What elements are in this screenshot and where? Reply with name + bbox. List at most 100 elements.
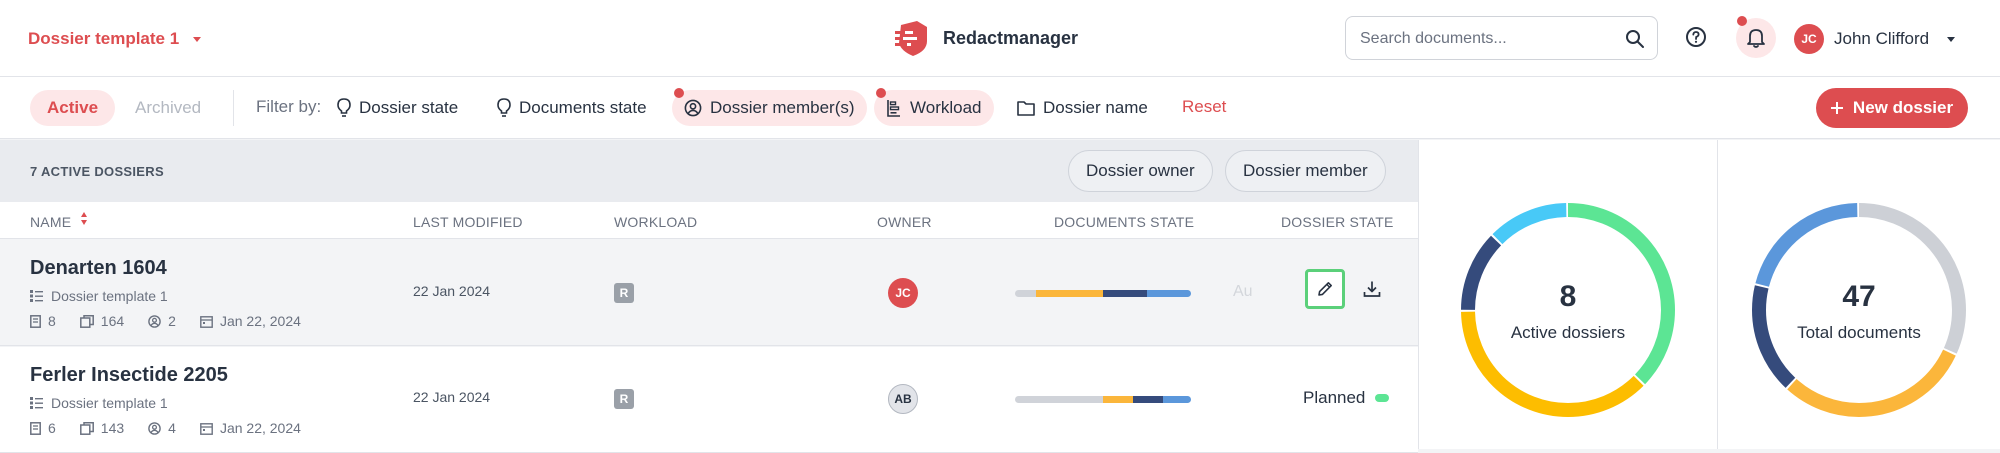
top-bar: Dossier template 1 Redactmanager Search … (0, 0, 2000, 77)
divider (233, 90, 234, 126)
members-icon (148, 314, 161, 328)
tab-active[interactable]: Active (30, 90, 116, 126)
total-documents-count: 47 (1842, 280, 1876, 313)
dossier-stats: 8 164 2 Jan 22, 2024 (30, 312, 301, 330)
workload-icon (887, 100, 900, 117)
dossier-date: Jan 22, 2024 (219, 313, 301, 329)
documents-state-bar (1015, 396, 1191, 403)
plus-icon (1830, 102, 1843, 114)
table-toolbar: 7 ACTIVE DOSSIERS Dossier owner Dossier … (0, 140, 1418, 202)
table-row[interactable]: Ferler Insectide 2205 Dossier template 1… (0, 347, 1418, 453)
user-name: John Clifford (1834, 29, 1930, 48)
template-icon (30, 290, 43, 302)
sort-up-icon[interactable] (81, 212, 87, 217)
filter-documents-state[interactable]: Documents state (485, 90, 659, 126)
pages-icon (79, 314, 94, 328)
documents-state-segment (1015, 396, 1103, 403)
download-icon (1363, 281, 1381, 297)
filter-dossier-members-label: Dossier member(s) (710, 98, 855, 117)
filter-bar: Active Archived Filter by: Dossier state… (0, 77, 2000, 139)
pages-icon (79, 421, 94, 435)
documents-state-segment (1132, 396, 1163, 403)
filter-dossier-members[interactable]: Dossier member(s) (672, 88, 867, 126)
dossier-template-label: Dossier template 1 (28, 29, 180, 48)
state-indicator (1375, 394, 1390, 402)
column-name[interactable]: NAME (30, 214, 71, 230)
user-circle-icon (684, 99, 702, 117)
group-by-member-button[interactable]: Dossier member (1225, 150, 1386, 192)
user-menu[interactable]: JC John Clifford (1794, 24, 1956, 54)
dossier-name[interactable]: Ferler Insectide 2205 (30, 364, 228, 387)
total-documents-label: Total documents (1797, 323, 1921, 342)
document-icon (30, 421, 41, 435)
members-icon (148, 421, 161, 435)
filter-by-label: Filter by: (256, 97, 322, 116)
filter-dossier-name-label: Dossier name (1043, 98, 1148, 117)
documents-state-segment (1103, 396, 1133, 403)
lightbulb-icon (497, 98, 511, 117)
search-box[interactable] (1345, 16, 1658, 60)
edit-button[interactable] (1305, 269, 1345, 309)
chevron-down-icon (193, 36, 202, 42)
column-last-modified[interactable]: LAST MODIFIED (413, 214, 523, 230)
page-count: 143 (100, 420, 125, 436)
dossier-template-select[interactable]: Dossier template 1 (28, 26, 202, 52)
last-modified: 22 Jan 2024 (413, 389, 491, 405)
calendar-icon (200, 422, 213, 435)
documents-state-segment (1162, 396, 1191, 403)
folder-icon (1017, 101, 1035, 116)
download-button[interactable] (1354, 271, 1390, 307)
notification-dot (1737, 16, 1747, 26)
help-icon[interactable] (1685, 26, 1707, 48)
column-owner[interactable]: OWNER (877, 214, 932, 230)
search-input[interactable] (1360, 27, 1610, 51)
filter-documents-state-label: Documents state (519, 98, 647, 117)
workload-badge: R (614, 389, 634, 409)
column-documents-state[interactable]: DOCUMENTS STATE (1054, 214, 1194, 230)
documents-state-segment (1102, 290, 1147, 297)
table-row[interactable]: Denarten 1604 Dossier template 1 8 164 2… (0, 240, 1418, 346)
filter-dossier-state[interactable]: Dossier state (325, 90, 470, 126)
search-icon[interactable] (1625, 29, 1645, 49)
dossier-template-info: Dossier template 1 (30, 394, 168, 412)
template-icon (30, 397, 43, 409)
filter-workload-label: Workload (910, 98, 982, 117)
filter-dossier-name[interactable]: Dossier name (1005, 90, 1160, 126)
new-dossier-button[interactable]: New dossier (1816, 88, 1968, 128)
brand[interactable]: Redactmanager (895, 18, 1078, 58)
member-count: 4 (168, 420, 176, 436)
documents-state-bar (1015, 290, 1191, 297)
group-by-owner-button[interactable]: Dossier owner (1068, 150, 1213, 192)
dossier-template-name: Dossier template 1 (51, 288, 168, 304)
tab-archived[interactable]: Archived (135, 90, 201, 126)
dossier-stats: 6 143 4 Jan 22, 2024 (30, 419, 301, 437)
table-header: NAME LAST MODIFIED WORKLOAD OWNER DOCUME… (0, 202, 1418, 239)
dossier-name[interactable]: Denarten 1604 (30, 257, 167, 280)
lightbulb-icon (337, 98, 351, 117)
documents-state-segment (1015, 290, 1037, 297)
active-dossiers-label: Active dossiers (1510, 323, 1626, 342)
document-count: 8 (48, 313, 56, 329)
active-dossiers-count: 8 (1559, 280, 1577, 313)
owner-avatar: JC (888, 278, 918, 308)
new-dossier-label: New dossier (1852, 98, 1954, 117)
column-dossier-state[interactable]: DOSSIER STATE (1281, 214, 1394, 230)
page-count: 164 (100, 313, 125, 329)
dossier-date: Jan 22, 2024 (219, 420, 301, 436)
chevron-down-icon (1947, 36, 1956, 42)
active-filter-dot (876, 88, 886, 98)
dossier-state-label: Planned (1303, 388, 1366, 407)
filter-dossier-state-label: Dossier state (359, 98, 459, 117)
avatar: JC (1794, 24, 1824, 54)
column-workload[interactable]: WORKLOAD (614, 214, 697, 230)
brand-name: Redactmanager (943, 27, 1079, 48)
document-count: 6 (48, 420, 56, 436)
total-documents-panel: 47 Total documents (1717, 140, 2000, 449)
dossier-count: 7 ACTIVE DOSSIERS (30, 164, 164, 179)
active-filter-dot (674, 88, 684, 98)
sort-down-icon[interactable] (81, 220, 87, 225)
calendar-icon (200, 315, 213, 328)
reset-filters-link[interactable]: Reset (1182, 97, 1226, 117)
filter-workload[interactable]: Workload (874, 88, 994, 126)
workload-badge: R (614, 283, 634, 303)
